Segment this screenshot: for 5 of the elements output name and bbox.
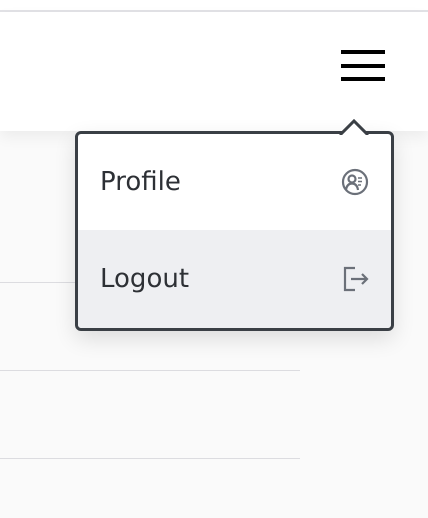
logout-icon (343, 266, 369, 292)
menu-item[interactable]: Profile (78, 134, 391, 230)
profile-icon (341, 168, 369, 196)
menu-item[interactable]: Logout (78, 230, 391, 328)
menu-icon[interactable] (341, 50, 385, 82)
